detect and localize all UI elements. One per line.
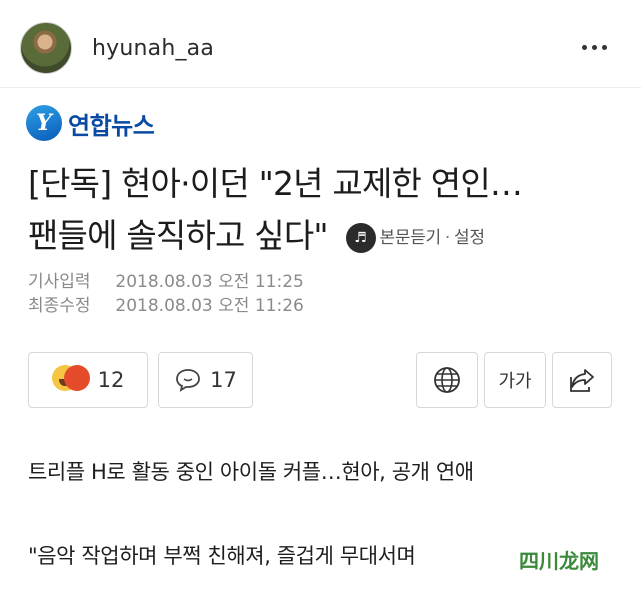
comment-bubble-icon [176, 369, 201, 392]
reaction-emoji-icons [51, 364, 90, 396]
meta-row-published: 기사입력 2018.08.03 오전 11:25 [28, 270, 304, 294]
angry-emoji-icon [63, 364, 90, 391]
meta-label: 최종수정 [28, 296, 91, 316]
font-size-button[interactable]: 가가 [484, 352, 546, 408]
reaction-button[interactable]: 12 [28, 352, 148, 408]
headline-line-2-text: 팬들에 솔직하고 싶다" [28, 216, 329, 255]
news-logo[interactable]: Y 연합뉴스 [26, 103, 155, 143]
article-meta: 기사입력 2018.08.03 오전 11:25 최종수정 2018.08.03… [28, 270, 304, 318]
username[interactable]: hyunah_aa [92, 36, 214, 61]
meta-value: 2018.08.03 오전 11:25 [115, 272, 304, 292]
meta-label: 기사입력 [28, 272, 91, 292]
share-button[interactable] [552, 352, 612, 408]
meta-row-modified: 최종수정 2018.08.03 오전 11:26 [28, 294, 304, 318]
yonhap-logo-icon: Y [26, 105, 62, 141]
article-paragraph-1: 트리플 H로 활동 중인 아이돌 커플…현아, 공개 연애 [28, 460, 474, 484]
meta-value: 2018.08.03 오전 11:26 [115, 296, 304, 316]
globe-icon [434, 367, 460, 393]
settings-button[interactable]: 설정 [454, 212, 485, 264]
separator: · [444, 227, 450, 248]
font-size-label: 가가 [498, 371, 532, 392]
listen-audio-icon[interactable]: ♬ [345, 222, 376, 253]
headline-line-1: [단독] 현아·이던 "2년 교제한 연인… [28, 164, 523, 203]
news-logo-text: 연합뉴스 [68, 111, 155, 140]
avatar[interactable] [20, 22, 72, 74]
translate-button[interactable] [416, 352, 478, 408]
share-icon [570, 369, 594, 392]
comment-count: 17 [210, 368, 237, 392]
article-headline: [단독] 현아·이던 "2년 교제한 연인… 팬들에 솔직하고 싶다" ♬ 본문… [28, 158, 618, 264]
listen-controls: ♬ 본문듣기 · 설정 [345, 212, 485, 264]
listen-button[interactable]: 본문듣기 [380, 212, 442, 264]
article-paragraph-2: "음악 작업하며 부쩍 친해져, 즐겁게 무대서며 [28, 544, 416, 568]
more-options-icon[interactable] [582, 35, 612, 59]
reaction-count: 12 [97, 368, 125, 392]
watermark: 四川龙网 [513, 543, 605, 575]
post-header: hyunah_aa [0, 0, 641, 88]
comment-button[interactable]: 17 [158, 352, 253, 408]
headline-line-2: 팬들에 솔직하고 싶다" ♬ 본문듣기 · 설정 [28, 210, 618, 264]
watermark-text: 四川龙网 [519, 548, 599, 573]
